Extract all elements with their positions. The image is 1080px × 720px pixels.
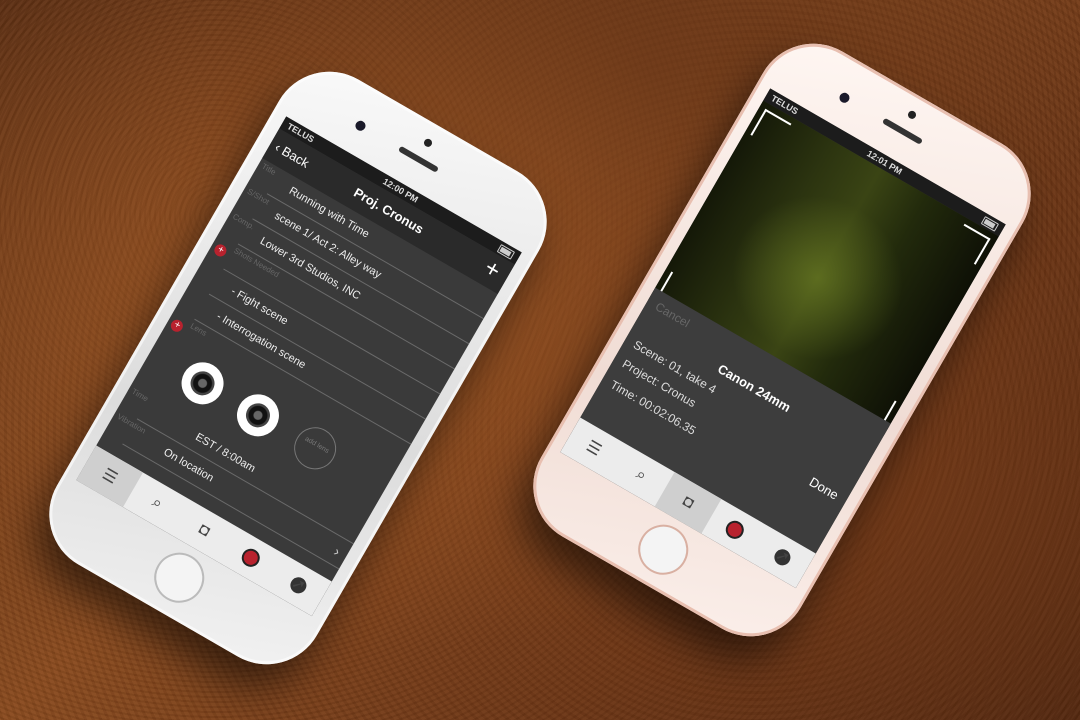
search-icon: ⌕ <box>149 493 166 513</box>
chevron-right-icon: › <box>331 543 344 560</box>
done-button[interactable]: Done <box>807 474 841 503</box>
front-camera <box>353 118 368 133</box>
add-shot-icon[interactable]: + <box>212 242 229 259</box>
speaker <box>397 145 440 173</box>
lens-option[interactable] <box>229 386 287 445</box>
earpiece-camera <box>906 109 918 121</box>
list-icon: ☰ <box>583 437 604 460</box>
list-icon: ☰ <box>99 465 120 488</box>
lens-icon <box>186 366 219 400</box>
camera-icon: ◘ <box>195 520 213 541</box>
frame-corner <box>949 223 991 265</box>
camera-icon: ◘ <box>679 492 697 513</box>
speaker <box>881 117 924 145</box>
compass-icon: ➚ <box>771 546 794 569</box>
record-icon <box>238 545 264 571</box>
frame-corner <box>750 108 792 150</box>
field-label: S/Shot <box>245 186 271 207</box>
search-icon: ⌕ <box>633 465 650 485</box>
lens-option[interactable] <box>173 354 232 413</box>
compass-icon: ➚ <box>287 574 310 597</box>
front-camera <box>837 90 852 105</box>
field-label: Comp. <box>231 211 257 232</box>
camera-screen: TELUS 12:01 PM Cancel Canon 24mm Scene: … <box>560 88 1006 589</box>
project-screen: TELUS 12:00 PM ‹ Back Proj. Cronus + Tit… <box>76 116 522 617</box>
left-phone: TELUS 12:00 PM ‹ Back Proj. Cronus + Tit… <box>28 50 568 686</box>
add-lens-button[interactable]: add lens <box>286 419 344 478</box>
record-icon <box>722 517 748 543</box>
earpiece-camera <box>422 137 434 149</box>
lens-icon <box>241 398 275 432</box>
right-phone: TELUS 12:01 PM Cancel Canon 24mm Scene: … <box>512 22 1052 658</box>
